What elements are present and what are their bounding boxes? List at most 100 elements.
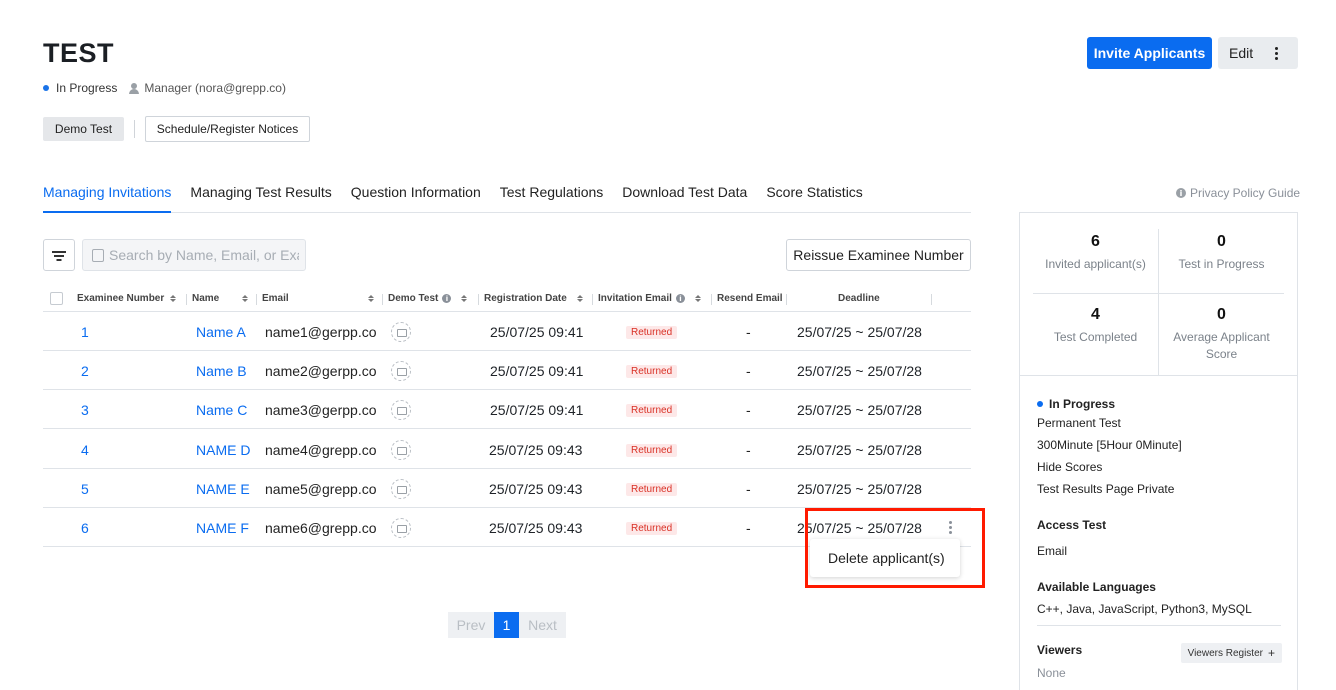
languages-title: Available Languages (1037, 580, 1156, 594)
tab-score-statistics[interactable]: Score Statistics (766, 184, 862, 213)
stats-grid: 6 Invited applicant(s) 0 Test in Progres… (1033, 229, 1284, 375)
prev-page-button[interactable]: Prev (448, 612, 494, 638)
examinee-number[interactable]: 1 (81, 324, 89, 340)
table-row[interactable]: 2 Name B name2@gerpp.co 25/07/25 09:41 R… (43, 351, 971, 390)
deadline: 25/07/25 ~ 25/07/28 (797, 363, 922, 379)
col-resend-email: Resend Email (717, 293, 783, 304)
col-invitation-email[interactable]: Invitation Email i (598, 293, 701, 304)
demo-test-button[interactable]: Demo Test (43, 117, 124, 141)
applicant-email: name2@gerpp.co (265, 363, 377, 379)
table-row[interactable]: 1 Name A name1@gerpp.co 25/07/25 09:41 R… (43, 312, 971, 351)
row-more-options-icon[interactable] (949, 521, 952, 534)
status-badge: Returned (626, 404, 678, 417)
edit-button[interactable]: Edit (1218, 37, 1298, 69)
tab-managing-test-results[interactable]: Managing Test Results (190, 184, 331, 213)
status-dot-icon (1037, 401, 1043, 407)
viewers-register-button[interactable]: Viewers Register + (1180, 643, 1282, 663)
examinee-number[interactable]: 5 (81, 481, 89, 497)
filter-button[interactable] (43, 239, 75, 271)
sort-icon (461, 295, 468, 302)
invite-applicants-button[interactable]: Invite Applicants (1087, 37, 1212, 69)
detail-line: 300Minute [5Hour 0Minute] (1037, 438, 1182, 452)
col-demo-test[interactable]: Demo Test i (388, 293, 468, 304)
sort-icon (242, 295, 249, 302)
tab-test-regulations[interactable]: Test Regulations (500, 184, 604, 213)
privacy-policy-link[interactable]: i Privacy Policy Guide (1176, 186, 1300, 200)
examinee-number[interactable]: 4 (81, 442, 89, 458)
sort-icon (170, 295, 177, 302)
applicant-name[interactable]: Name A (196, 324, 246, 340)
status-badge: Returned (626, 326, 678, 339)
manager-label: Manager (nora@grepp.co) (144, 81, 286, 95)
col-examinee-number[interactable]: Examinee Number (77, 293, 177, 304)
detail-line: Permanent Test (1037, 416, 1121, 430)
col-registration-date[interactable]: Registration Date (484, 293, 583, 304)
select-all-checkbox[interactable] (50, 292, 63, 305)
examinee-number[interactable]: 3 (81, 402, 89, 418)
next-page-button[interactable]: Next (519, 612, 566, 638)
schedule-notices-button[interactable]: Schedule/Register Notices (145, 116, 310, 142)
reissue-examinee-number-button[interactable]: Reissue Examinee Number (786, 239, 971, 271)
sort-icon (576, 295, 583, 302)
viewers-value: None (1037, 666, 1066, 680)
examinee-number[interactable]: 2 (81, 363, 89, 379)
applicant-email: name3@gerpp.co (265, 402, 377, 418)
search-input[interactable] (109, 247, 299, 263)
access-test-value: Email (1037, 544, 1068, 558)
tab-question-information[interactable]: Question Information (351, 184, 481, 213)
stat-invited: 6 Invited applicant(s) (1045, 233, 1146, 271)
pagination: Prev 1 Next (448, 612, 566, 638)
applicant-name[interactable]: Name B (196, 363, 247, 379)
demo-test-icon (391, 440, 411, 460)
deadline: 25/07/25 ~ 25/07/28 (797, 324, 922, 340)
stat-completed: 4 Test Completed (1053, 306, 1138, 344)
resend-email: - (746, 324, 751, 340)
delete-applicant-menu-item[interactable]: Delete applicant(s) (810, 539, 960, 577)
deadline: 25/07/25 ~ 25/07/28 (797, 402, 922, 418)
edit-label: Edit (1229, 45, 1254, 61)
registration-date: 25/07/25 09:43 (489, 520, 583, 536)
status-dot-icon (43, 85, 49, 91)
detail-line: Hide Scores (1037, 460, 1103, 474)
demo-test-icon (391, 518, 411, 538)
page-title: TEST (43, 38, 115, 68)
info-icon: i (675, 294, 685, 303)
resend-email: - (746, 481, 751, 497)
viewers-row: Viewers Viewers Register + (1037, 643, 1282, 665)
registration-date: 25/07/25 09:43 (489, 442, 583, 458)
test-summary-panel: 6 Invited applicant(s) 0 Test in Progres… (1019, 212, 1298, 690)
search-box[interactable] (82, 239, 306, 271)
page-1-button[interactable]: 1 (494, 612, 519, 638)
demo-test-icon (391, 322, 411, 342)
tab-managing-invitations[interactable]: Managing Invitations (43, 184, 172, 213)
col-deadline: Deadline (838, 293, 880, 304)
table-row[interactable]: 3 Name C name3@gerpp.co 25/07/25 09:41 R… (43, 390, 971, 429)
col-name[interactable]: Name (192, 293, 249, 304)
col-email[interactable]: Email (262, 293, 374, 304)
tab-bar: Managing Invitations Managing Test Resul… (43, 184, 971, 213)
table-row[interactable]: 4 NAME D name4@grepp.co 25/07/25 09:43 R… (43, 430, 971, 469)
divider (134, 120, 135, 138)
status-heading: In Progress (1037, 393, 1282, 415)
table-row[interactable]: 5 NAME E name5@grepp.co 25/07/25 09:43 R… (43, 469, 971, 508)
test-meta: In Progress Manager (nora@grepp.co) (43, 81, 286, 95)
status-badge: Returned (626, 522, 678, 535)
test-details: In Progress Permanent Test 300Minute [5H… (1037, 393, 1282, 687)
deadline: 25/07/25 ~ 25/07/28 (797, 520, 922, 536)
registration-date: 25/07/25 09:41 (490, 363, 584, 379)
tab-download-test-data[interactable]: Download Test Data (622, 184, 747, 213)
applicant-name[interactable]: NAME F (196, 520, 249, 536)
status-badge: Returned (626, 365, 678, 378)
stat-average-score: 0 Average Applicant Score (1173, 306, 1270, 361)
applicant-name[interactable]: NAME E (196, 481, 250, 497)
applicant-name[interactable]: NAME D (196, 442, 250, 458)
deadline: 25/07/25 ~ 25/07/28 (797, 442, 922, 458)
applicant-name[interactable]: Name C (196, 402, 247, 418)
applicant-email: name4@grepp.co (265, 442, 377, 458)
access-test-title: Access Test (1037, 518, 1107, 532)
examinee-number[interactable]: 6 (81, 520, 89, 536)
search-icon (92, 248, 104, 262)
applicant-email: name5@grepp.co (265, 481, 377, 497)
more-options-icon[interactable] (1275, 46, 1279, 60)
registration-date: 25/07/25 09:41 (490, 324, 584, 340)
